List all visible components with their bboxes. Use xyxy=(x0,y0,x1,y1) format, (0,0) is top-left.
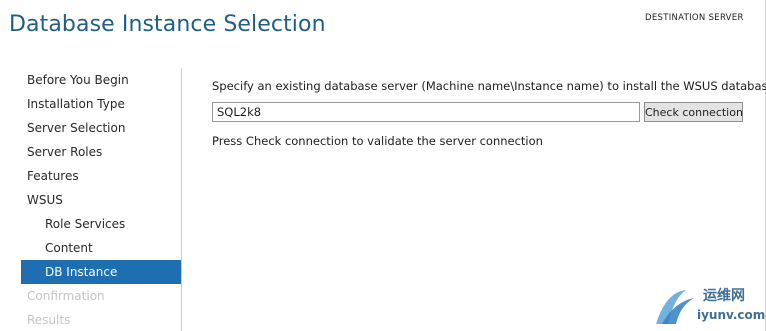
nav-item-before-you-begin[interactable]: Before You Begin xyxy=(21,68,181,92)
nav-item-wsus[interactable]: WSUS xyxy=(21,188,181,212)
nav-item-server-roles[interactable]: Server Roles xyxy=(21,140,181,164)
nav-item-confirmation: Confirmation xyxy=(27,289,105,303)
check-connection-button[interactable]: Check connection xyxy=(644,102,743,122)
nav-item-server-selection[interactable]: Server Selection xyxy=(21,116,181,140)
nav-item-results: Results xyxy=(27,313,71,327)
watermark-swoosh-icon xyxy=(656,290,694,324)
watermark-en-text: iyunv.com xyxy=(697,308,766,322)
watermark-logo: 运维网 iyunv.com xyxy=(652,284,766,328)
nav-item-role-services[interactable]: Role Services xyxy=(21,212,181,236)
instruction-text: Specify an existing database server (Mac… xyxy=(212,79,766,93)
database-server-input[interactable] xyxy=(212,102,640,122)
nav-item-content[interactable]: Content xyxy=(21,236,181,260)
page-title: Database Instance Selection xyxy=(9,12,326,37)
nav-item-features[interactable]: Features xyxy=(21,164,181,188)
nav-item-db-instance[interactable]: DB Instance xyxy=(21,260,181,284)
watermark-cn-text: 运维网 xyxy=(703,288,745,304)
validation-message: Press Check connection to validate the s… xyxy=(212,134,543,148)
nav-divider xyxy=(181,68,182,331)
nav-item-installation-type[interactable]: Installation Type xyxy=(21,92,181,116)
destination-server-label: DESTINATION SERVER xyxy=(645,13,744,23)
wizard-nav: Before You Begin Installation Type Serve… xyxy=(21,68,181,331)
wizard-window: Database Instance Selection DESTINATION … xyxy=(0,0,766,331)
